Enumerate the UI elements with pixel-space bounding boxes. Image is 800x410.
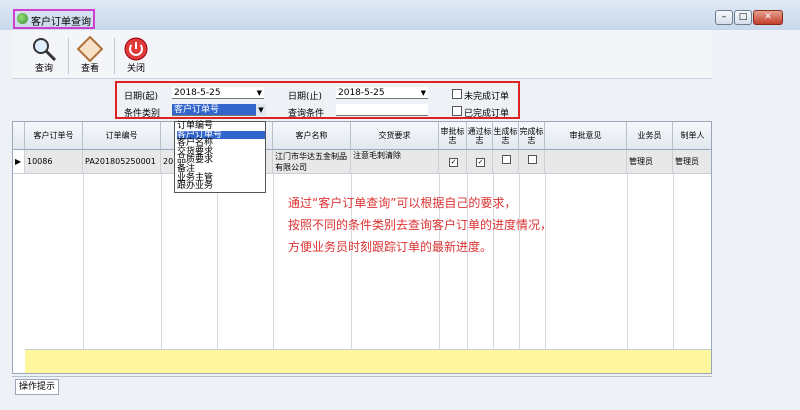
toolbar-separator [68, 38, 69, 74]
date-to-label: 日期(止) [288, 92, 323, 102]
column-divider [161, 150, 162, 373]
maximize-button[interactable]: □ [734, 10, 752, 25]
cell-approval-opinion[interactable] [545, 150, 627, 174]
title-bar: 客户订单查询 – □ ✕ [0, 0, 800, 30]
unfinished-label: 未完成订单 [464, 92, 510, 102]
app-window: 客户订单查询 – □ ✕ 查询 查看 关闭 日期(起) 2018-5-25 ▼ … [0, 0, 800, 410]
column-header[interactable]: 订单编号 [83, 122, 161, 150]
query-label: 查询 [34, 64, 53, 74]
category-label: 条件类别 [124, 109, 161, 119]
row-pointer-icon: ▶ [13, 150, 25, 174]
category-select[interactable]: 客户订单号 ▼ [172, 104, 266, 116]
column-divider [273, 150, 274, 373]
date-from-label: 日期(起) [124, 92, 159, 102]
cell-generate[interactable] [493, 150, 519, 174]
unfinished-checkbox[interactable] [452, 89, 462, 99]
complete-checkbox[interactable] [528, 155, 537, 164]
column-header[interactable]: 完成标志 [519, 122, 545, 150]
close-window-button[interactable]: ✕ [753, 10, 783, 25]
note-line: 通过“客户订单查询”可以根据自己的要求， [288, 196, 517, 210]
column-header[interactable]: 生成标志 [493, 122, 519, 150]
column-header[interactable]: 交货要求 [351, 122, 439, 150]
cell-salesman[interactable]: 管理员 [627, 150, 673, 174]
app-icon [17, 13, 28, 24]
status-tab-hints[interactable]: 操作提示 [15, 379, 60, 395]
cell-maker[interactable]: 管理员 [673, 150, 711, 174]
category-value: 客户订单号 [174, 105, 220, 115]
condition-input[interactable] [336, 104, 428, 116]
cell-complete[interactable] [519, 150, 545, 174]
dropdown-option[interactable]: 跟办业务 [177, 182, 265, 191]
date-from-value: 2018-5-25 [174, 88, 221, 98]
column-divider [467, 150, 468, 373]
date-to-value: 2018-5-25 [338, 88, 385, 98]
cell-approve[interactable]: ✓ [439, 150, 467, 174]
query-button[interactable]: 查询 [24, 34, 64, 76]
category-dropdown-list[interactable]: 订单编号 客户订单号 客户名称 交货要求 品质要求 备注 业务主管 跟办业务 [174, 121, 266, 193]
column-header[interactable]: 审批标志 [439, 122, 467, 150]
date-to-input[interactable]: 2018-5-25 ▼ [336, 87, 428, 99]
minimize-button[interactable]: – [715, 10, 733, 25]
chevron-down-icon[interactable]: ▼ [257, 87, 262, 99]
view-button[interactable]: 查看 [70, 34, 110, 76]
cell-customer-order[interactable]: 10086 [25, 150, 83, 174]
column-divider [545, 150, 546, 373]
column-header[interactable]: 审批意见 [545, 122, 627, 150]
column-divider [519, 150, 520, 373]
note-line: 按照不同的条件类别去查询客户订单的进度情况， [288, 218, 553, 232]
approve-checkbox[interactable]: ✓ [449, 158, 458, 167]
column-header[interactable]: 客户订单号 [25, 122, 83, 150]
column-divider [673, 150, 674, 373]
summary-row [25, 349, 711, 373]
column-divider [627, 150, 628, 373]
finished-label: 已完成订单 [464, 109, 510, 119]
column-header[interactable]: 业务员 [627, 122, 673, 150]
window-title: 客户订单查询 [31, 17, 91, 28]
magnifier-icon [33, 38, 57, 62]
column-divider [83, 150, 84, 373]
cell-pass[interactable]: ✓ [467, 150, 493, 174]
toolbar: 查询 查看 关闭 [12, 30, 712, 79]
close-label: 关闭 [126, 64, 145, 74]
condition-label: 查询条件 [288, 109, 325, 119]
column-header[interactable]: 客户名称 [273, 122, 351, 150]
chevron-down-icon[interactable]: ▼ [421, 87, 426, 99]
chevron-down-icon[interactable]: ▼ [256, 104, 266, 116]
view-label: 查看 [80, 64, 99, 74]
cell-customer-name[interactable]: 江门市华达五金制品有限公司 [273, 150, 351, 174]
cell-delivery[interactable]: 注意毛刺清除 [351, 150, 439, 174]
finished-checkbox[interactable] [452, 106, 462, 116]
toolbar-separator [114, 38, 115, 74]
column-divider [493, 150, 494, 373]
column-divider [439, 150, 440, 373]
column-header[interactable]: 制单人 [673, 122, 711, 150]
help-note: 通过“客户订单查询”可以根据自己的要求， 按照不同的条件类别去查询客户订单的进度… [288, 192, 552, 258]
close-button[interactable]: 关闭 [116, 34, 156, 76]
generate-checkbox[interactable] [502, 155, 511, 164]
date-from-input[interactable]: 2018-5-25 ▼ [172, 87, 264, 99]
pass-checkbox[interactable]: ✓ [476, 158, 485, 167]
column-divider [351, 150, 352, 373]
status-bar: 操作提示 [12, 376, 712, 395]
cell-order-no[interactable]: PA201805250001 [83, 150, 161, 174]
column-header[interactable]: 通过标志 [467, 122, 493, 150]
note-line: 方便业务员时刻跟踪订单的最新进度。 [288, 240, 493, 254]
power-icon [124, 37, 148, 61]
row-header-corner [13, 122, 25, 150]
view-diamond-icon [77, 36, 103, 62]
